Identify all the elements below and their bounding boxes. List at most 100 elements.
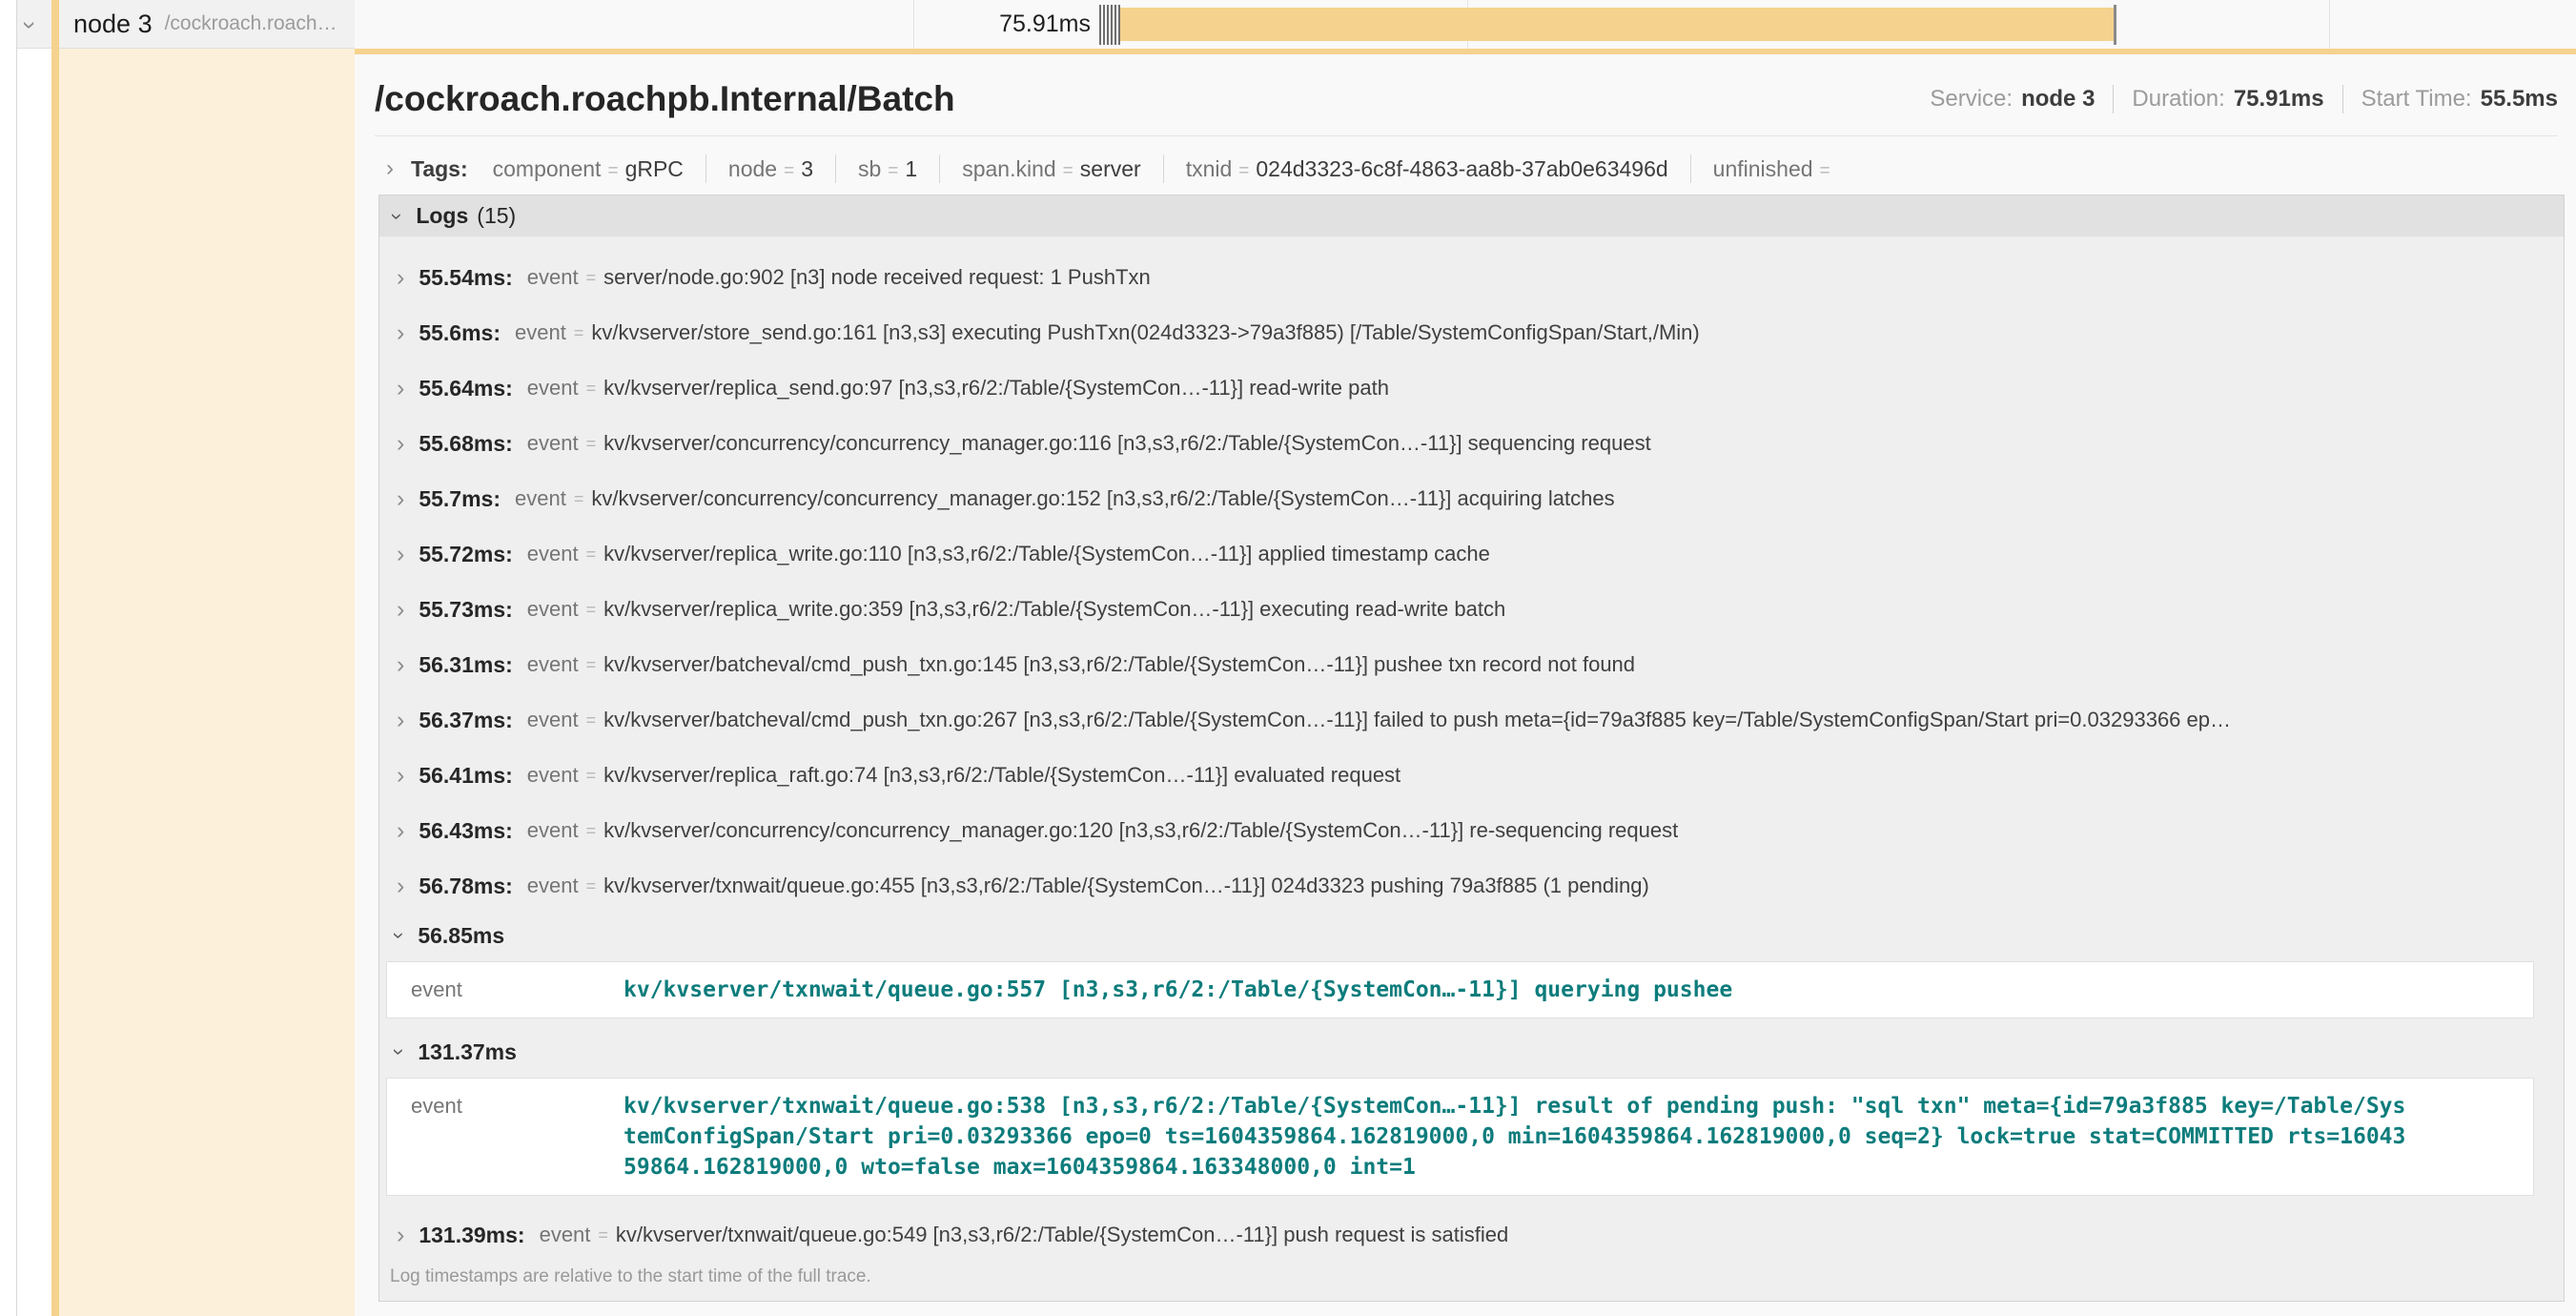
log-expand-chevron-icon[interactable]: › [397,1222,404,1249]
timeline-main: 75.91ms /cockroach.roachpb.Internal/Batc… [355,0,2576,1316]
span-name-row[interactable]: › node 3 /cockroach.roach… [17,0,355,49]
equals-sign: = [586,268,597,288]
log-row[interactable]: ›55.6ms:event=kv/kvserver/store_send.go:… [379,305,2564,360]
log-row[interactable]: ›56.37ms:event=kv/kvserver/batcheval/cmd… [379,692,2564,748]
logs-header[interactable]: › Logs (15) [379,195,2564,236]
log-row[interactable]: ›55.72ms:event=kv/kvserver/replica_write… [379,526,2564,582]
tag-key: unfinished [1713,156,1813,182]
duration-value: 75.91ms [2234,86,2324,113]
log-field-key: event [527,874,579,898]
equals-sign: = [586,379,597,399]
logs-footer-note: Log timestamps are relative to the start… [379,1266,2564,1287]
log-timestamp: 55.73ms: [419,597,512,623]
tag-value: gRPC [625,156,684,182]
log-row[interactable]: ›55.7ms:event=kv/kvserver/concurrency/co… [379,471,2564,526]
log-expand-chevron-icon[interactable]: › [397,817,404,845]
log-timestamp: 55.54ms: [419,265,512,291]
equals-sign: = [586,821,597,841]
span-service-name[interactable]: node 3 [73,10,153,39]
log-row-expanded-header[interactable]: › 56.85ms [379,914,2564,957]
equals-sign: = [888,161,898,182]
tag-txnid: txnid=024d3323-6c8f-4863-aa8b-37ab0e6349… [1186,156,1668,182]
tag-divider [835,154,836,183]
log-detail-table: eventkv/kvserver/txnwait/queue.go:538 [n… [386,1078,2534,1196]
log-field-key: event [527,265,579,290]
equals-sign: = [586,600,597,620]
log-expand-chevron-icon[interactable]: › [397,264,404,292]
log-row[interactable]: ›56.78ms:event=kv/kvserver/txnwait/queue… [379,858,2564,914]
logs-collapse-chevron-icon[interactable]: › [385,213,410,219]
log-expand-chevron-icon[interactable]: › [397,707,404,734]
log-field-key: event [527,708,579,732]
log-field-value: kv/kvserver/txnwait/queue.go:549 [n3,s3,… [616,1223,1508,1247]
log-field-value: kv/kvserver/replica_write.go:359 [n3,s3,… [603,597,1505,622]
tag-key: component [493,156,602,182]
tag-divider [1163,154,1164,183]
log-row[interactable]: › 56.43ms: event = kv/kvserver/concurrency/c… [379,803,2564,858]
ruler-gridline [2329,0,2330,49]
equals-sign: = [586,710,597,730]
log-expand-chevron-icon[interactable]: › [397,485,404,513]
log-row[interactable]: ›55.73ms:event=kv/kvserver/replica_write… [379,582,2564,637]
log-expand-chevron-icon[interactable]: › [397,541,404,568]
log-expand-chevron-icon[interactable]: › [397,873,404,900]
timeline-ruler: 75.91ms [355,0,2576,49]
tag-sb: sb=1 [858,156,917,182]
log-expand-chevron-icon[interactable]: › [397,430,404,458]
span-duration-label: 75.91ms [869,10,1091,38]
equals-sign: = [586,655,597,675]
logs-count: (15) [477,203,516,229]
equals-sign: = [586,434,597,454]
log-expand-chevron-icon[interactable]: › [397,319,404,347]
log-expand-chevron-icon[interactable]: › [397,375,404,402]
equals-sign: = [586,545,597,565]
span-duration-bar[interactable] [1120,8,2116,41]
log-row-expanded-header[interactable]: ›131.37ms [379,1030,2564,1074]
log-field-value: server/node.go:902 [n3] node received re… [603,265,1151,290]
span-color-bar [51,0,59,1316]
log-field-key: event [527,818,579,843]
log-field-key: event [540,1223,591,1247]
equals-sign: = [1063,161,1073,182]
log-collapse-chevron-icon[interactable]: › [387,1048,412,1055]
log-field-key: event [515,486,566,511]
log-row[interactable]: ›56.41ms:event=kv/kvserver/replica_raft.… [379,748,2564,803]
log-timestamp: 56.85ms [418,923,504,949]
log-row[interactable]: ›131.39ms:event=kv/kvserver/txnwait/queu… [379,1207,2564,1263]
span-detail-panel: /cockroach.roachpb.Internal/Batch Servic… [355,54,2576,1302]
span-meta: Service: node 3 Duration: 75.91ms Start … [1930,85,2558,113]
equals-sign: = [1238,161,1249,182]
equals-sign: = [598,1225,608,1245]
log-expand-chevron-icon[interactable]: › [397,596,404,624]
log-expand-chevron-icon[interactable]: › [397,762,404,790]
tags-label: Tags: [411,156,468,182]
log-row[interactable]: ›55.64ms:event=kv/kvserver/replica_send.… [379,360,2564,416]
log-row[interactable]: ›55.68ms:event=kv/kvserver/concurrency/c… [379,416,2564,471]
log-field-value: kv/kvserver/concurrency/concurrency_mana… [591,486,1614,511]
log-timestamp: 55.64ms: [419,376,512,401]
log-field-key: event [527,652,579,677]
tag-key: sb [858,156,881,182]
log-timestamp: 55.6ms: [419,320,501,346]
collapse-span-chevron-icon[interactable]: › [15,21,45,30]
tags-expand-chevron-icon[interactable]: › [386,155,394,182]
log-field-value: kv/kvserver/concurrency/concurrency_mana… [603,818,1678,843]
log-row[interactable]: ›56.31ms:event=kv/kvserver/batcheval/cmd… [379,637,2564,692]
log-field-value: kv/kvserver/replica_write.go:110 [n3,s3,… [603,542,1490,566]
meta-divider [2342,85,2343,113]
log-timestamp: 56.78ms: [419,874,512,899]
span-operation-name[interactable]: /cockroach.roach… [165,12,337,35]
log-timestamp: 56.43ms: [419,818,512,844]
tag-divider [1690,154,1691,183]
log-field-key: event [527,376,579,401]
log-row[interactable]: › 55.54ms: event = server/node.go:902 [n3] n… [379,250,2564,305]
log-timestamp: 55.72ms: [419,542,512,567]
log-expand-chevron-icon[interactable]: › [397,651,404,679]
log-field-value: kv/kvserver/replica_raft.go:74 [n3,s3,r6… [603,763,1400,788]
tag-component: component=gRPC [493,156,684,182]
log-collapse-chevron-icon[interactable]: › [387,932,412,938]
tags-row[interactable]: › Tags: component=gRPCnode=3sb=1span.kin… [375,154,2558,183]
log-field-value: kv/kvserver/batcheval/cmd_push_txn.go:26… [603,708,2231,732]
logs-list: › 55.54ms: event = server/node.go:902 [n3] n… [379,236,2564,1287]
log-timestamp: 56.31ms: [419,652,512,678]
